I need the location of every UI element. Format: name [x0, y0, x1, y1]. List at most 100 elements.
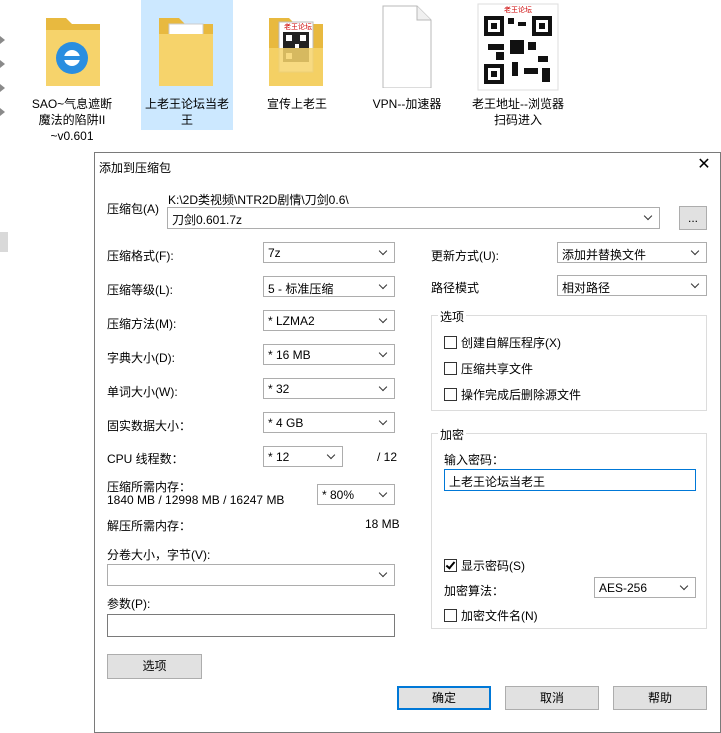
chevron-down-icon	[380, 570, 388, 578]
word-value: * 32	[268, 382, 290, 396]
desktop-icon-label: VPN--加速器	[372, 97, 442, 111]
password-input[interactable]: 上老王论坛当老王	[444, 469, 696, 491]
volume-combo[interactable]	[107, 564, 395, 586]
desktop-icon-laowang-forum[interactable]: 上老王论坛当老王	[141, 0, 233, 130]
dict-value: * 16 MB	[268, 348, 311, 362]
checkbox-icon	[444, 388, 457, 401]
shared-files-checkbox[interactable]: 压缩共享文件	[444, 360, 533, 377]
solid-value: * 4 GB	[268, 416, 304, 430]
chevron-down-icon	[645, 213, 653, 221]
path-mode-label: 路径模式	[431, 281, 480, 295]
solid-combo[interactable]: * 4 GB	[263, 412, 395, 433]
chevron-down-icon	[692, 281, 700, 289]
cpu-max: / 12	[377, 450, 398, 464]
left-arrow-icon	[0, 36, 6, 44]
params-label: 参数(P):	[107, 597, 151, 611]
dialog-title: 添加到压缩包	[99, 161, 172, 175]
delete-after-checkbox[interactable]: 操作完成后删除源文件	[444, 386, 581, 403]
update-value: 添加并替换文件	[562, 248, 647, 262]
show-password-checkbox[interactable]: 显示密码(S)	[444, 557, 525, 574]
cancel-button[interactable]: 取消	[505, 686, 599, 710]
desktop-icon-sao[interactable]: SAO~气息遮断魔法的陷阱II ~v0.601	[26, 0, 118, 143]
method-value: * LZMA2	[268, 314, 315, 328]
qr-image-icon	[477, 3, 559, 91]
desktop-icon-promo[interactable]: 老王论坛 宣传上老王	[251, 0, 343, 130]
desktop: SAO~气息遮断魔法的陷阱II ~v0.601 上老王论坛当老王 老王论坛 宣传…	[0, 0, 721, 150]
options-button[interactable]: 选项	[107, 654, 202, 679]
word-combo[interactable]: * 32	[263, 378, 395, 399]
options-group-title: 选项	[438, 308, 467, 325]
chevron-down-icon	[380, 282, 388, 290]
level-value: 5 - 标准压缩	[268, 282, 334, 296]
desktop-icon-label: 老王地址--浏览器扫码进入	[472, 97, 564, 127]
params-input[interactable]	[107, 614, 395, 637]
archive-name-combo[interactable]: 刀剑0.601.7z	[167, 207, 660, 229]
chevron-down-icon	[380, 248, 388, 256]
encrypt-group-title: 加密	[438, 426, 467, 443]
volume-label: 分卷大小，字节(V):	[107, 548, 211, 562]
cpu-value: * 12	[268, 450, 290, 464]
qr-folder-icon	[269, 18, 323, 86]
desktop-icon-label: 宣传上老王	[266, 97, 327, 111]
browse-button[interactable]: ...	[679, 206, 707, 230]
close-icon[interactable]: ✕	[694, 155, 714, 175]
format-combo[interactable]: 7z	[263, 242, 395, 263]
format-value: 7z	[268, 246, 281, 260]
format-label: 压缩格式(F):	[107, 249, 174, 263]
chevron-down-icon	[380, 490, 388, 498]
update-label: 更新方式(U):	[431, 249, 499, 263]
left-scroll-marker	[0, 232, 8, 252]
archive-label: 压缩包(A)	[107, 202, 159, 216]
cpu-label: CPU 线程数：	[107, 452, 184, 466]
qr-caption: 老王论坛	[284, 24, 312, 31]
left-arrow-icon	[0, 108, 6, 116]
password-value: 上老王论坛当老王	[449, 475, 546, 489]
cpu-combo[interactable]: * 12	[263, 446, 343, 467]
left-arrow-icon	[0, 60, 6, 68]
dict-label: 字典大小(D):	[107, 351, 175, 365]
left-arrow-icon	[0, 84, 6, 92]
password-label: 输入密码：	[444, 453, 505, 467]
sfx-checkbox[interactable]: 创建自解压程序(X)	[444, 334, 561, 351]
decomp-value: 18 MB	[365, 517, 400, 531]
chevron-down-icon	[380, 316, 388, 324]
checkbox-icon	[444, 362, 457, 375]
method-combo[interactable]: * LZMA2	[263, 310, 395, 331]
algo-label: 加密算法：	[444, 584, 505, 598]
level-combo[interactable]: 5 - 标准压缩	[263, 276, 395, 297]
ok-button[interactable]: 确定	[397, 686, 491, 710]
checkbox-icon	[444, 609, 457, 622]
encrypt-names-label: 加密文件名(N)	[461, 609, 538, 623]
desktop-icon-label: SAO~气息遮断魔法的陷阱II ~v0.601	[31, 97, 113, 143]
archive-name-value: 刀剑0.601.7z	[172, 213, 243, 227]
level-label: 压缩等级(L):	[107, 283, 174, 297]
dict-combo[interactable]: * 16 MB	[263, 344, 395, 365]
checkbox-icon	[444, 336, 457, 349]
word-label: 单词大小(W):	[107, 385, 178, 399]
desktop-icon-address[interactable]: 老王论坛 老王地址--浏览器扫码进入	[470, 0, 566, 130]
mem-detail: 1840 MB / 12998 MB / 16247 MB	[107, 493, 285, 507]
mem-combo[interactable]: * 80%	[317, 484, 395, 505]
ie-folder-icon	[46, 18, 100, 86]
chevron-down-icon	[380, 384, 388, 392]
mem-value: * 80%	[322, 488, 355, 502]
qr-caption: 老王论坛	[504, 7, 532, 14]
encrypt-names-checkbox[interactable]: 加密文件名(N)	[444, 607, 538, 624]
chevron-down-icon	[380, 418, 388, 426]
update-combo[interactable]: 添加并替换文件	[557, 242, 707, 263]
path-mode-value: 相对路径	[562, 281, 611, 295]
desktop-icon-label: 上老王论坛当老王	[144, 97, 229, 127]
decomp-label: 解压所需内存：	[107, 519, 192, 533]
chevron-down-icon	[328, 452, 336, 460]
chevron-down-icon	[380, 350, 388, 358]
encrypt-group: 加密 输入密码： 上老王论坛当老王 显示密码(S) 加密算法： AES-256 …	[431, 426, 707, 629]
help-button[interactable]: 帮助	[613, 686, 707, 710]
chevron-down-icon	[692, 248, 700, 256]
method-label: 压缩方法(M):	[107, 317, 177, 331]
title-bar[interactable]: 添加到压缩包 ✕	[95, 153, 720, 179]
folder-icon	[159, 18, 213, 86]
algo-value: AES-256	[599, 581, 648, 595]
path-mode-combo[interactable]: 相对路径	[557, 275, 707, 296]
algo-combo[interactable]: AES-256	[594, 577, 696, 598]
desktop-icon-vpn[interactable]: VPN--加速器	[361, 0, 453, 130]
